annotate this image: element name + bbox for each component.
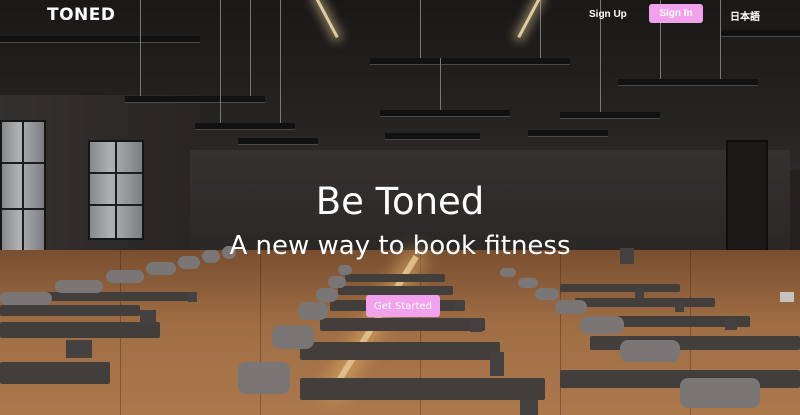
brand-logo[interactable]: TONED bbox=[47, 5, 116, 25]
sign-in-button[interactable]: Sign In bbox=[649, 4, 703, 23]
get-started-button[interactable]: Get Started bbox=[366, 295, 440, 317]
hero-subtitle: A new way to book fitness bbox=[229, 231, 571, 261]
language-switch[interactable]: 日本語 bbox=[730, 8, 760, 23]
hero-title: Be Toned bbox=[315, 180, 485, 223]
sign-up-link[interactable]: Sign Up bbox=[589, 9, 627, 20]
